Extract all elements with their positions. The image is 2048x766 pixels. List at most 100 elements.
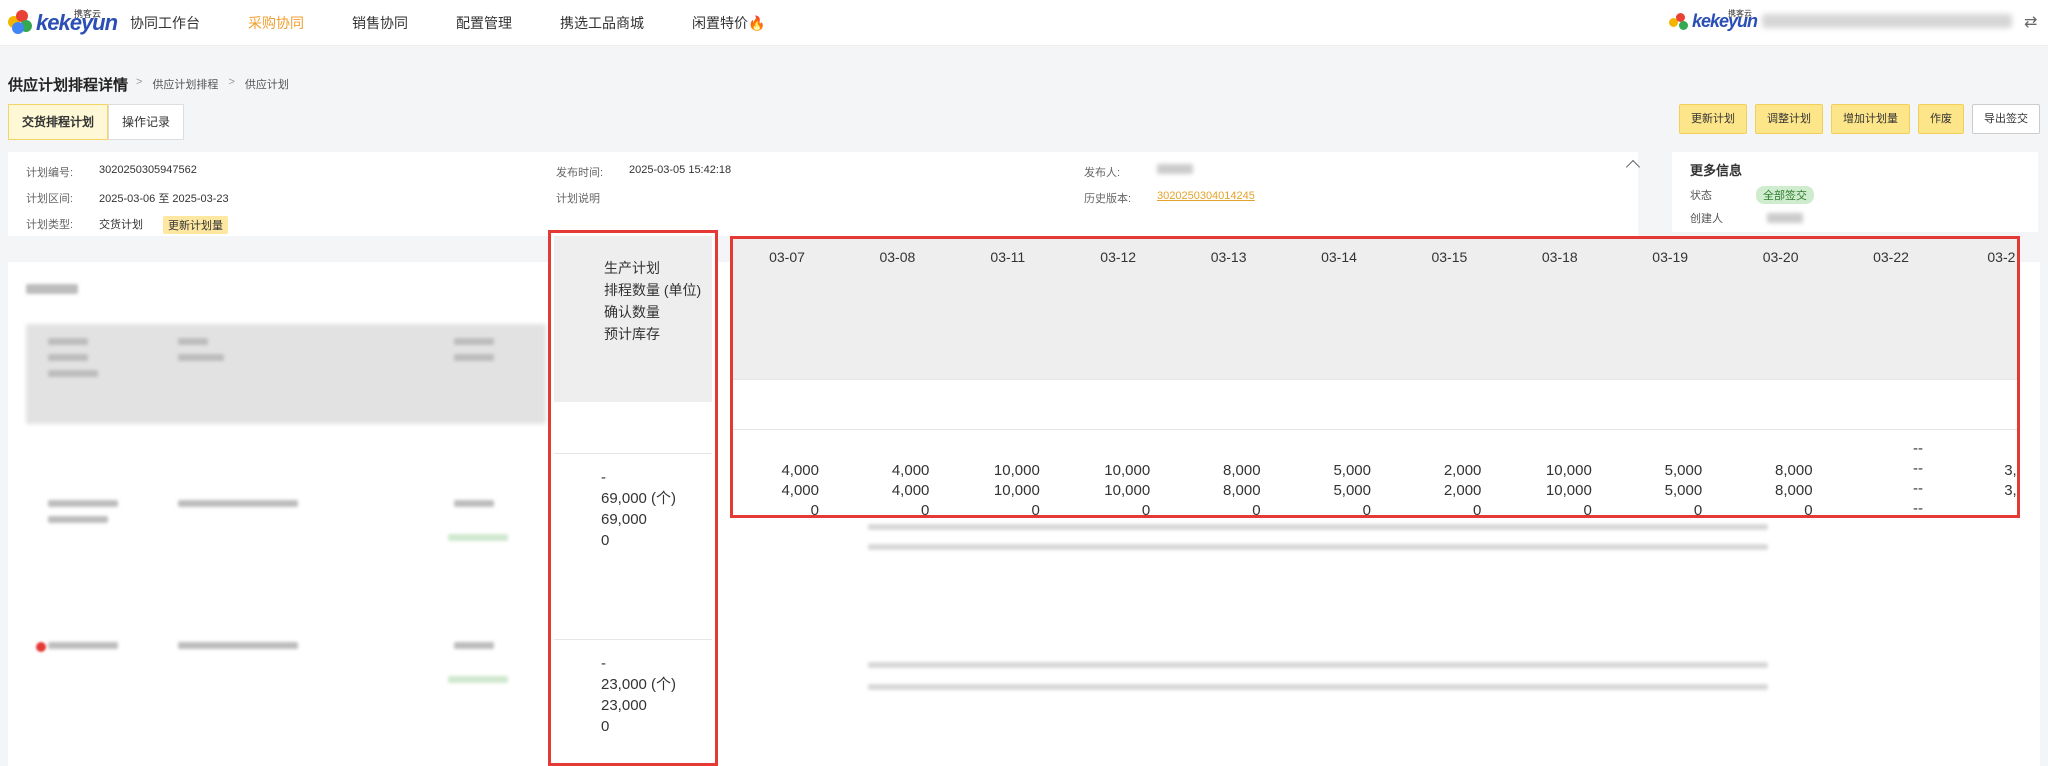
row-divider — [554, 639, 712, 640]
schedule-cell-11: 3,00 3,00 — [1943, 461, 2017, 501]
export-button[interactable]: 导出签交 — [1972, 104, 2040, 134]
plan-info-card: 计划编号: 3020250305947562 计划区间: 2025-03-06 … — [8, 152, 1638, 236]
header-line-production-plan: 生产计划 — [604, 260, 660, 276]
schedule-cell-3: 10,000 10,000 0 — [1060, 461, 1151, 518]
breadcrumb-item-plan[interactable]: 供应计划 — [245, 76, 289, 92]
status-row: 状态 全部签交 — [1690, 186, 1814, 204]
row1-production-plan: - — [601, 469, 606, 486]
more-info-card: 更多信息 状态 全部签交 创建人 — [1672, 152, 2038, 232]
nav-item-idle-deals-label: 闲置特价 — [692, 15, 748, 31]
schedule-value: 10,000 — [1545, 462, 1592, 479]
publisher-value-blurred — [1157, 164, 1193, 174]
adjust-plan-button[interactable]: 调整计划 — [1755, 104, 1823, 134]
plan-desc-field: 计划说明 — [556, 190, 629, 206]
schedule-value: 0 — [1693, 502, 1703, 518]
grid-line — [733, 429, 2017, 430]
plan-range-value: 2025-03-06 至 2025-03-23 — [99, 193, 229, 205]
schedule-value: 3,00 — [2004, 462, 2017, 479]
date-header-7: 03-18 — [1541, 249, 1578, 265]
brand-logo[interactable]: kekeyun 携客云 — [6, 6, 118, 36]
date-header-1: 03-08 — [879, 249, 916, 265]
creator-value-blurred — [1767, 213, 1803, 223]
blurred-row-values — [868, 524, 1768, 530]
tab-bar: 交货排程计划 操作记录 — [8, 104, 185, 140]
company-name-blurred[interactable] — [1762, 14, 2012, 28]
plan-type-value: 交货计划 — [99, 219, 143, 231]
increase-quantity-button[interactable]: 增加计划量 — [1831, 104, 1910, 134]
schedule-value: 4,000 — [781, 462, 819, 479]
blurred-text — [178, 354, 224, 361]
status-label: 状态 — [1690, 190, 1712, 202]
page-title: 供应计划排程详情 — [8, 77, 129, 94]
history-version-label: 历史版本: — [1084, 193, 1132, 205]
row2-confirmed-quantity: 23,000 — [601, 697, 647, 714]
nav-item-sales[interactable]: 销售协同 — [352, 13, 408, 33]
swap-icon[interactable]: ⇄ — [2024, 12, 2037, 32]
blurred-text — [454, 338, 494, 345]
creator-row: 创建人 — [1690, 210, 1803, 226]
schedule-cell-8: 5,000 5,000 0 — [1612, 461, 1703, 518]
update-plan-button[interactable]: 更新计划 — [1679, 104, 1747, 134]
action-toolbar: 更新计划 调整计划 增加计划量 作废 导出签交 — [1671, 104, 2040, 134]
schedule-value: 0 — [1473, 502, 1482, 518]
more-info-title: 更多信息 — [1690, 163, 1743, 178]
schedule-value: 3,00 — [2004, 482, 2017, 499]
schedule-value: 4,000 — [891, 482, 930, 499]
schedule-value: 0 — [1141, 502, 1151, 518]
plan-type-field: 计划类型: 交货计划 更新计划量 — [26, 216, 228, 234]
schedule-cell-2: 10,000 10,000 0 — [950, 461, 1040, 515]
date-header-5: 03-14 — [1321, 249, 1357, 265]
nav-item-purchase[interactable]: 采购协同 — [248, 13, 304, 33]
schedule-cell-10: -- -- -- -- — [1833, 439, 1923, 515]
section-title-blurred — [26, 284, 78, 294]
nav-item-mall[interactable]: 携选工品商城 — [560, 13, 644, 33]
nav-item-workbench[interactable]: 协同工作台 — [130, 13, 200, 33]
date-header-10: 03-22 — [1873, 249, 1909, 265]
plan-type-label: 计划类型: — [26, 219, 74, 231]
tab-operation-log[interactable]: 操作记录 — [108, 104, 185, 140]
blurred-text — [454, 500, 494, 507]
schedule-value: 10,000 — [1104, 482, 1151, 499]
blurred-text — [48, 338, 88, 345]
plan-no-field: 计划编号: 3020250305947562 — [26, 164, 197, 180]
schedule-value: 8,000 — [1775, 462, 1813, 479]
schedule-cell-0: 4,000 4,000 0 — [733, 461, 819, 515]
history-version-link[interactable]: 3020250304014245 — [1157, 190, 1255, 206]
brand-small: 携客云 — [74, 9, 102, 19]
date-header-11: 03-2 — [1987, 249, 2016, 265]
blurred-text — [178, 338, 208, 345]
blurred-text — [454, 642, 494, 649]
summary-cell-row-1: - 69,000 (个) 69,000 0 — [601, 467, 676, 551]
void-button[interactable]: 作废 — [1918, 104, 1964, 134]
tab-delivery-schedule[interactable]: 交货排程计划 — [8, 104, 109, 140]
schedule-value: -- — [1913, 480, 1923, 497]
blurred-row-values — [868, 544, 1768, 550]
summary-column-header: 生产计划 排程数量 (单位) 确认数量 预计库存 — [554, 236, 712, 402]
blurred-text — [48, 642, 118, 649]
row-divider — [554, 453, 712, 454]
schedule-value: 10,000 — [993, 482, 1040, 499]
schedule-cell-7: 10,000 10,000 0 — [1502, 461, 1592, 515]
date-header-8: 03-19 — [1652, 249, 1689, 265]
publisher-field: 发布人: — [1084, 164, 1193, 180]
blurred-text — [178, 642, 298, 649]
summary-column-panel: 生产计划 排程数量 (单位) 确认数量 预计库存 - 69,000 (个) 69… — [548, 230, 718, 766]
flame-icon: 🔥 — [748, 15, 766, 31]
blurred-text — [48, 500, 118, 507]
blurred-tag — [448, 534, 508, 541]
right-brand-logo: kekeyun 携客云 — [1668, 9, 1758, 32]
row2-schedule-quantity: 23,000 (个) — [601, 676, 677, 693]
schedule-value: 4,000 — [891, 462, 930, 479]
row1-schedule-quantity: 69,000 (个) — [601, 490, 677, 507]
nav-item-idle-deals[interactable]: 闲置特价🔥 — [692, 13, 765, 33]
schedule-cell-6: 2,000 2,000 0 — [1391, 461, 1482, 518]
grid-line — [733, 379, 2017, 380]
row2-expected-stock: 0 — [601, 718, 610, 735]
blurred-text — [48, 370, 98, 377]
schedule-value: 8,000 — [1223, 482, 1261, 499]
blurred-text — [178, 500, 298, 507]
nav-item-config[interactable]: 配置管理 — [456, 13, 512, 33]
date-header-3: 03-12 — [1100, 249, 1137, 265]
breadcrumb-item-schedule[interactable]: 供应计划排程 — [152, 76, 218, 92]
top-navigation-bar: kekeyun 携客云 协同工作台 采购协同 销售协同 配置管理 携选工品商城 … — [0, 0, 2048, 46]
